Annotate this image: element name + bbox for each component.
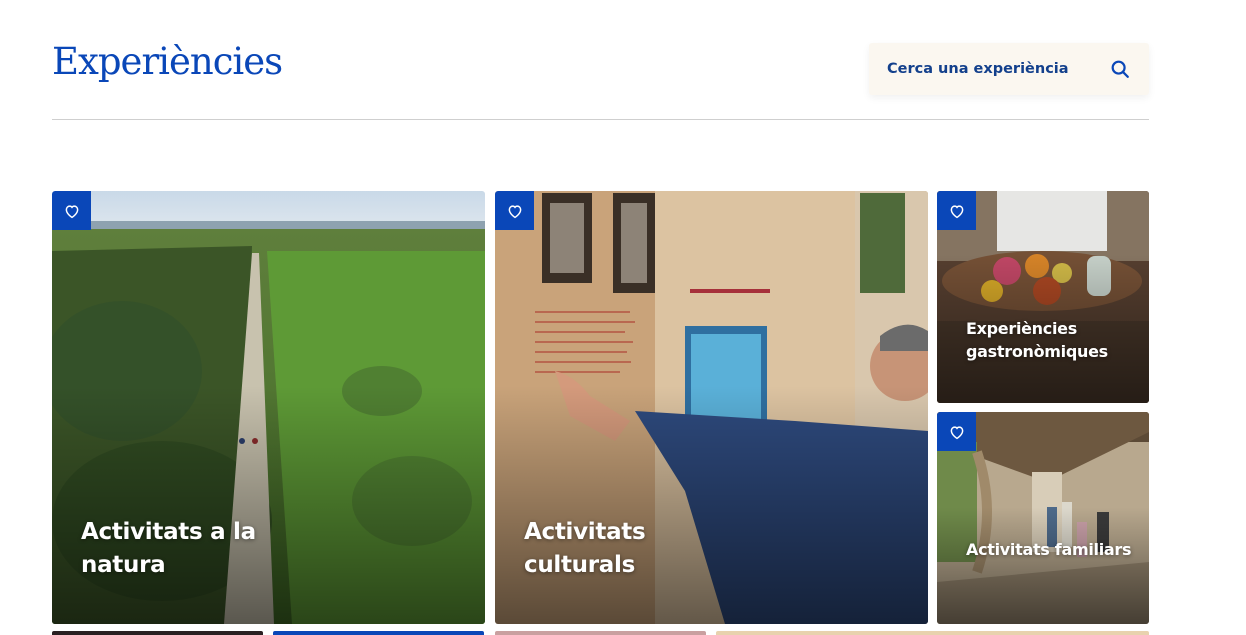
next-card-peek xyxy=(495,631,706,635)
search-icon xyxy=(1111,60,1129,78)
search-experience-button[interactable]: Cerca una experiència xyxy=(869,43,1149,95)
heart-icon xyxy=(950,425,963,439)
next-card-peek xyxy=(273,631,484,635)
favorite-button[interactable] xyxy=(52,191,91,230)
card-title: Activitats a la natura xyxy=(81,519,256,578)
next-card-peek xyxy=(716,631,1149,635)
next-card-peek xyxy=(52,631,263,635)
heart-icon xyxy=(65,204,78,218)
card-gastronomic-experiences[interactable]: Experiències gastronòmiques xyxy=(937,191,1149,403)
favorite-button[interactable] xyxy=(495,191,534,230)
card-title: Activitats familiars xyxy=(966,540,1132,559)
card-title: Experiències gastronòmiques xyxy=(966,319,1108,361)
page-title: Experiències xyxy=(52,40,283,83)
favorite-button[interactable] xyxy=(937,412,976,451)
card-cultural-activities[interactable]: Activitats culturals xyxy=(495,191,928,624)
heart-icon xyxy=(950,204,963,218)
favorite-button[interactable] xyxy=(937,191,976,230)
heart-icon xyxy=(508,204,521,218)
header-divider xyxy=(52,119,1149,120)
card-title: Activitats culturals xyxy=(524,519,646,578)
card-family-activities[interactable]: Activitats familiars xyxy=(937,412,1149,624)
card-nature-activities[interactable]: Activitats a la natura xyxy=(52,191,485,624)
search-label: Cerca una experiència xyxy=(887,61,1069,77)
